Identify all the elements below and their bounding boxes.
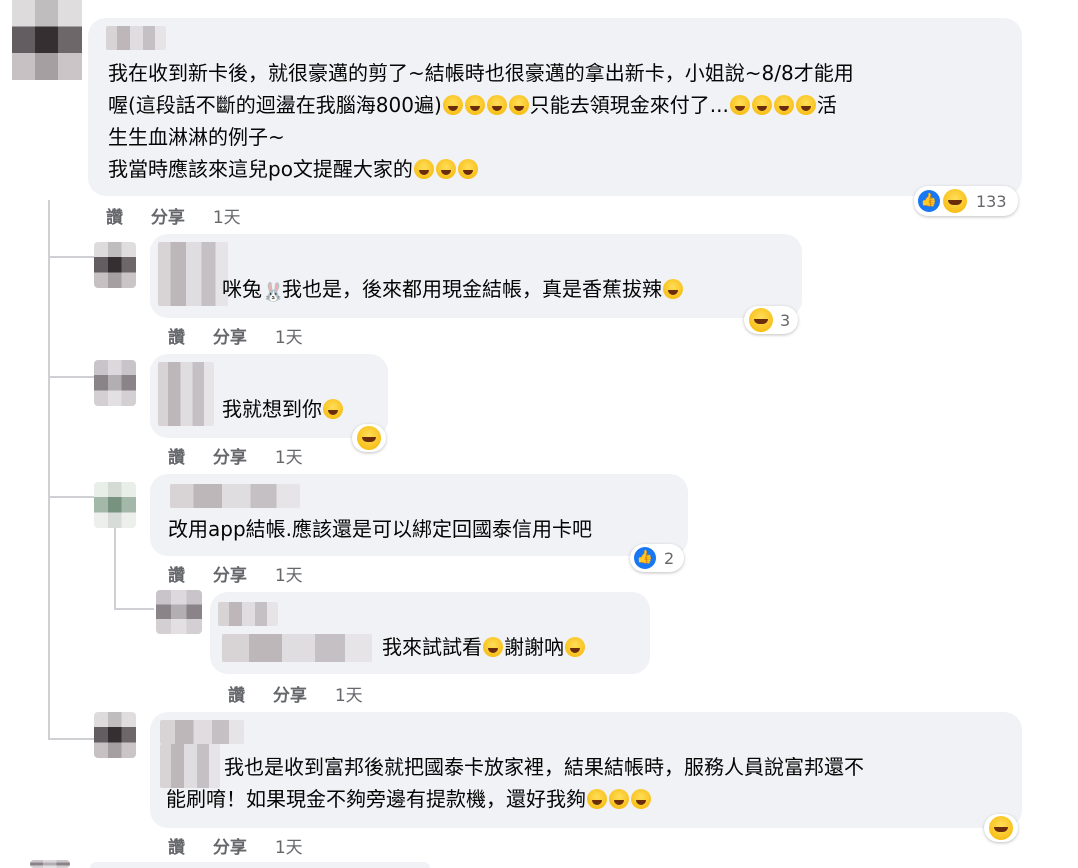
like-button[interactable]: 讚 [168,561,185,586]
reaction-summary[interactable] [352,424,386,452]
comment-actions: 讚 分享 1天 [228,681,385,706]
timestamp[interactable]: 1天 [275,833,303,858]
timestamp[interactable]: 1天 [335,681,363,706]
commenter-name[interactable] [218,602,278,626]
share-button[interactable]: 分享 [213,561,247,586]
share-button[interactable]: 分享 [213,323,247,348]
thread-line [48,200,50,740]
laughing-emoji-icon [749,308,773,332]
avatar[interactable] [94,482,136,528]
laughing-emoji-icon [609,789,629,809]
thread-branch [48,256,94,258]
thread-branch [48,496,94,498]
timestamp[interactable]: 1天 [275,443,303,468]
like-button[interactable]: 讚 [228,681,245,706]
thread-branch [114,608,154,610]
commenter-name-blur [160,744,220,788]
rabbit-icon: 🐰 [262,282,285,303]
rolling-laughing-emoji-icon [435,159,456,179]
comment-actions: 讚 分享 1天 [168,443,325,468]
rolling-laughing-emoji-icon [442,95,463,115]
comment-bubble: 我來試試看 謝謝吶 [210,592,650,674]
commenter-name-blur [222,634,372,662]
timestamp[interactable]: 1天 [213,203,241,228]
comment-text: 改用app結帳.應該還是可以綁定回國泰信用卡吧 [168,517,593,541]
like-icon: 👍 [634,547,656,569]
rolling-laughing-emoji-icon [795,95,816,115]
rolling-laughing-emoji-icon [486,95,507,115]
comment-text: 我也是收到富邦後就把國泰卡放家裡，結果結帳時，服務人員說富邦還不 [224,755,864,779]
commenter-name[interactable] [158,362,214,426]
laughing-emoji-icon [943,189,967,213]
timestamp[interactable]: 1天 [275,561,303,586]
rolling-laughing-emoji-icon [457,159,478,179]
like-button[interactable]: 讚 [106,203,123,228]
comment-actions: 讚 分享 1天 [168,833,325,858]
reaction-summary[interactable]: 👍 133 [914,186,1018,216]
laughing-emoji-icon [663,279,683,299]
reaction-count: 133 [976,191,1007,211]
comment-bubble: 我也是收到富邦後就把國泰卡放家裡，結果結帳時，服務人員說富邦還不 能刷唷！如果現… [150,712,1022,828]
comment-text: 我當時應該來這兒po文提醒大家的 [108,154,479,185]
comment-actions: 讚 分享 1天 [168,561,325,586]
comment-text: 能刷唷！如果現金不夠旁邊有提款機，還好我夠 [166,784,652,815]
commenter-name[interactable] [106,26,166,50]
laughing-emoji-icon [357,426,381,450]
comment-text: 生生血淋淋的例子~ [108,125,285,149]
comment-bubble: 我在收到新卡後，就很豪邁的剪了~結帳時也很豪邁的拿出新卡，小姐說~8/8才能用 … [88,18,1022,196]
share-button[interactable]: 分享 [213,833,247,858]
reaction-count: 2 [664,548,675,568]
commenter-name[interactable] [158,242,228,306]
commenter-name[interactable] [160,720,244,744]
avatar[interactable] [94,360,136,406]
rolling-laughing-emoji-icon [773,95,794,115]
comment-text: 咪兔🐰我也是，後來都用現金結帳，真是香蕉拔辣 [222,274,684,308]
comment-bubble: 改用app結帳.應該還是可以綁定回國泰信用卡吧 [150,474,688,556]
avatar[interactable] [156,590,202,634]
comment-actions: 讚 分享 1天 [168,323,325,348]
comment-text: 我來試試看 謝謝吶 [382,632,586,663]
avatar[interactable] [94,242,136,288]
laughing-emoji-icon [631,789,651,809]
laughing-emoji-icon [565,637,585,657]
comment-bubble: 咪兔🐰我也是，後來都用現金結帳，真是香蕉拔辣 [150,234,802,318]
comment-actions: 讚 分享 1天 [106,203,263,228]
laughing-emoji-icon [587,789,607,809]
comment-text: 我在收到新卡後，就很豪邁的剪了~結帳時也很豪邁的拿出新卡，小姐說~8/8才能用 [108,61,854,85]
reaction-count: 3 [780,310,791,330]
rolling-laughing-emoji-icon [413,159,434,179]
like-button[interactable]: 讚 [168,833,185,858]
timestamp[interactable]: 1天 [275,323,303,348]
rolling-laughing-emoji-icon [729,95,750,115]
share-button[interactable]: 分享 [213,443,247,468]
like-icon: 👍 [918,190,940,212]
rolling-laughing-emoji-icon [508,95,529,115]
reaction-summary[interactable]: 👍 2 [630,544,684,572]
laughing-emoji-icon [483,637,503,657]
avatar[interactable] [94,712,136,758]
rolling-laughing-emoji-icon [751,95,772,115]
avatar[interactable] [30,860,70,868]
rolling-laughing-emoji-icon [323,399,343,419]
reaction-summary[interactable]: 3 [744,306,798,334]
comment-text: 喔(這段話不斷的迴盪在我腦海800遍) 只能去領現金來付了... 活 [108,93,837,117]
comment-text: 我就想到你 [222,394,344,425]
like-button[interactable]: 讚 [168,443,185,468]
share-button[interactable]: 分享 [273,681,307,706]
commenter-name[interactable] [170,484,300,508]
avatar[interactable] [12,0,82,80]
rolling-laughing-emoji-icon [464,95,485,115]
thread-branch [48,376,94,378]
like-button[interactable]: 讚 [168,323,185,348]
thread-branch [48,738,94,740]
reaction-summary[interactable] [984,814,1018,842]
share-button[interactable]: 分享 [151,203,185,228]
laughing-emoji-icon [989,816,1013,840]
comment-bubble: 我就想到你 [150,354,388,438]
comment-bubble [90,862,430,868]
thread-line [114,520,116,610]
